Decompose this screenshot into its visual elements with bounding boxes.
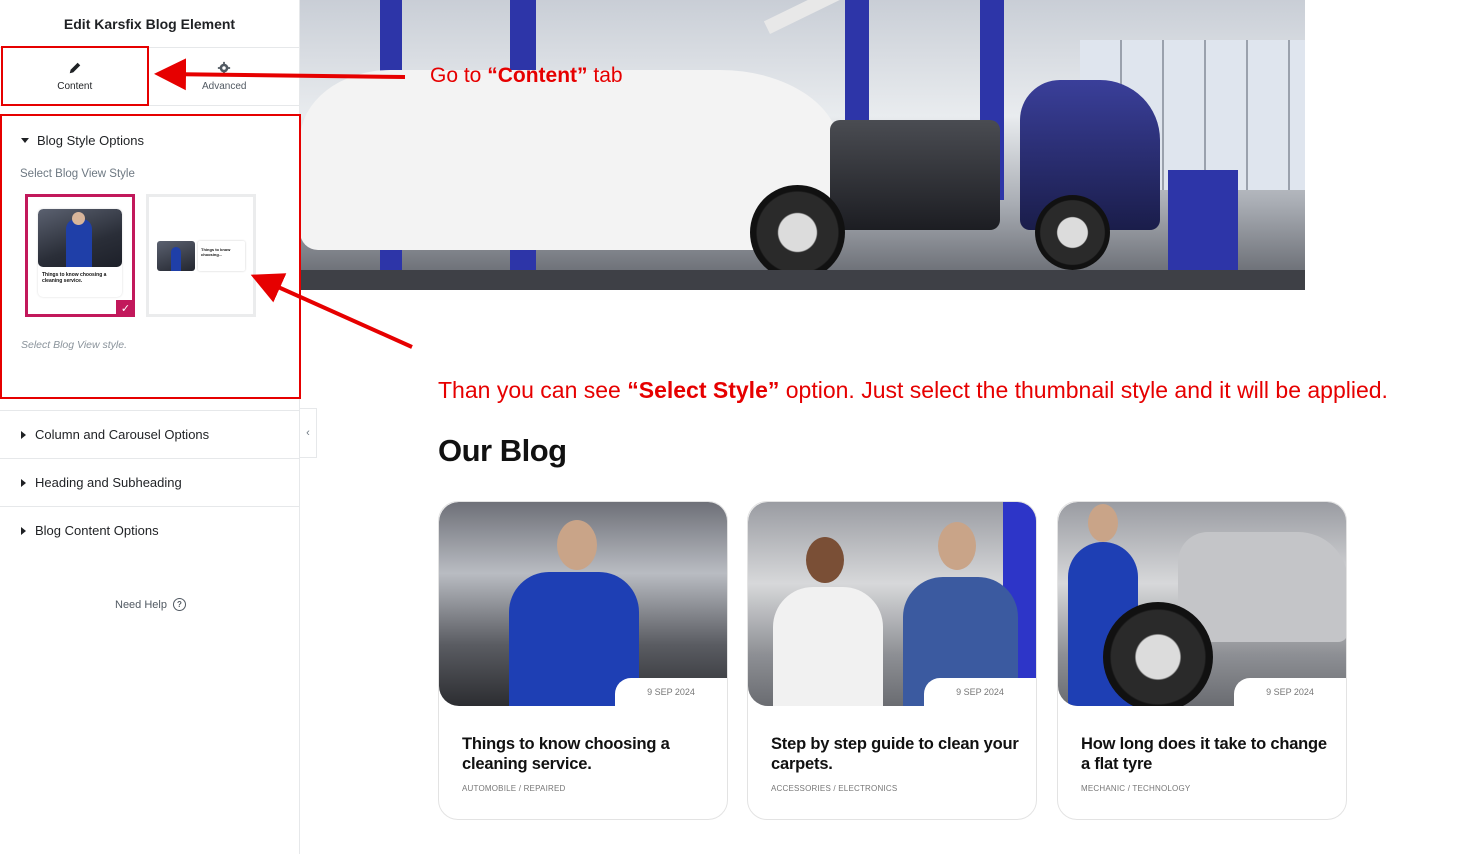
blog-heading: Our Blog: [438, 433, 567, 468]
blog-style-thumb-grid[interactable]: Things to know choosing a cleaning servi…: [25, 194, 135, 317]
tab-content[interactable]: Content: [0, 48, 150, 105]
annotation-select-style: Than you can see “Select Style” option. …: [438, 377, 1388, 403]
blog-card-date: 9 SEP 2024: [615, 678, 727, 706]
blog-card-title[interactable]: How long does it take to change a flat t…: [1081, 734, 1331, 774]
thumb-preview-card: Things to know choosing a cleaning servi…: [38, 209, 122, 297]
caret-right-icon: [21, 430, 26, 439]
thumb-list-image: [157, 241, 195, 271]
blog-card-categories: AUTOMOBILE / REPAIRED: [462, 784, 566, 793]
chevron-left-icon: ‹: [306, 427, 310, 439]
section-label: Blog Content Options: [35, 523, 159, 538]
thumb-list-preview: Things to know choosing...: [157, 239, 245, 273]
tab-advanced-label: Advanced: [202, 81, 247, 92]
caret-right-icon: [21, 478, 26, 487]
blog-card-title[interactable]: Step by step guide to clean your carpets…: [771, 734, 1021, 774]
need-help-label: Need Help: [115, 598, 167, 611]
collapse-panel-button[interactable]: ‹: [300, 408, 317, 458]
tab-content-label: Content: [57, 81, 93, 92]
blog-card[interactable]: 9 SEP 2024 Step by step guide to clean y…: [747, 501, 1037, 820]
annotation-goto-content: Go to “Content” tab: [430, 64, 623, 87]
blog-card[interactable]: 9 SEP 2024 Things to know choosing a cle…: [438, 501, 728, 820]
section-blog-content-options[interactable]: Blog Content Options: [0, 507, 299, 554]
editor-panel: Edit Karsfix Blog Element Content Advanc…: [0, 0, 300, 854]
help-circle-icon: ?: [172, 598, 186, 611]
caret-right-icon: [21, 526, 26, 535]
section-column-carousel-options[interactable]: Column and Carousel Options: [0, 410, 299, 459]
blog-card-image: [439, 502, 727, 706]
blog-card-title[interactable]: Things to know choosing a cleaning servi…: [462, 734, 712, 774]
section-label: Column and Carousel Options: [35, 427, 210, 442]
panel-title: Edit Karsfix Blog Element: [0, 0, 299, 48]
blog-view-style-label: Select Blog View Style: [20, 168, 135, 180]
section-blog-style-options: Blog Style Options Select Blog View Styl…: [0, 106, 299, 402]
section-label: Heading and Subheading: [35, 475, 182, 490]
tab-advanced[interactable]: Advanced: [150, 48, 300, 105]
blog-style-thumb-list[interactable]: Things to know choosing...: [146, 194, 256, 317]
check-icon: ✓: [116, 300, 135, 317]
blog-card-image: [748, 502, 1036, 706]
blog-style-chooser: Things to know choosing a cleaning servi…: [0, 194, 299, 317]
thumb-preview-image: [38, 209, 122, 267]
blog-card-categories: ACCESSORIES / ELECTRONICS: [771, 784, 898, 793]
section-label: Blog Style Options: [37, 132, 144, 148]
section-blog-style-toggle[interactable]: Blog Style Options: [0, 106, 299, 168]
blog-card-date: 9 SEP 2024: [924, 678, 1036, 706]
blog-card-categories: MECHANIC / TECHNOLOGY: [1081, 784, 1191, 793]
blog-card[interactable]: 9 SEP 2024 How long does it take to chan…: [1057, 501, 1347, 820]
blog-card-image: [1058, 502, 1346, 706]
thumb-list-title: Things to know choosing...: [198, 241, 245, 271]
gear-icon: [218, 61, 231, 75]
pencil-icon: [69, 62, 80, 74]
panel-tabs: Content Advanced: [0, 48, 299, 106]
hero-garage-image: [300, 0, 1305, 290]
caret-down-icon: [21, 137, 29, 143]
blog-card-date: 9 SEP 2024: [1234, 678, 1346, 706]
section-heading-subheading[interactable]: Heading and Subheading: [0, 459, 299, 507]
blog-view-style-hint: Select Blog View style.: [21, 339, 128, 351]
need-help-link[interactable]: Need Help ?: [115, 598, 186, 611]
thumb-preview-title: Things to know choosing a cleaning servi…: [42, 272, 107, 284]
